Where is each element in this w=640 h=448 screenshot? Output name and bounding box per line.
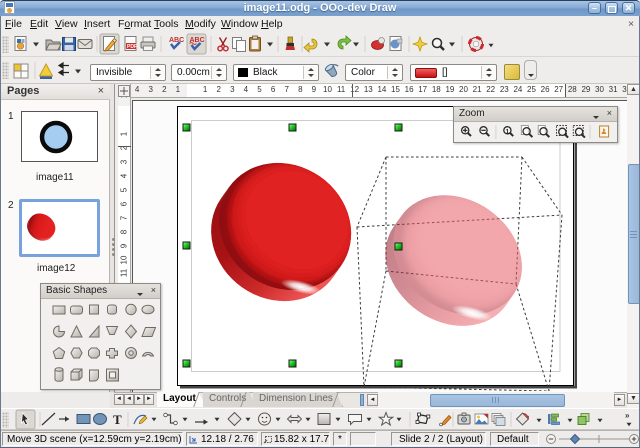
svg-text:T: T (113, 412, 122, 427)
svg-text:ABC: ABC (169, 37, 184, 44)
svg-text:PDF: PDF (127, 44, 137, 50)
svg-text:»: » (625, 411, 630, 420)
